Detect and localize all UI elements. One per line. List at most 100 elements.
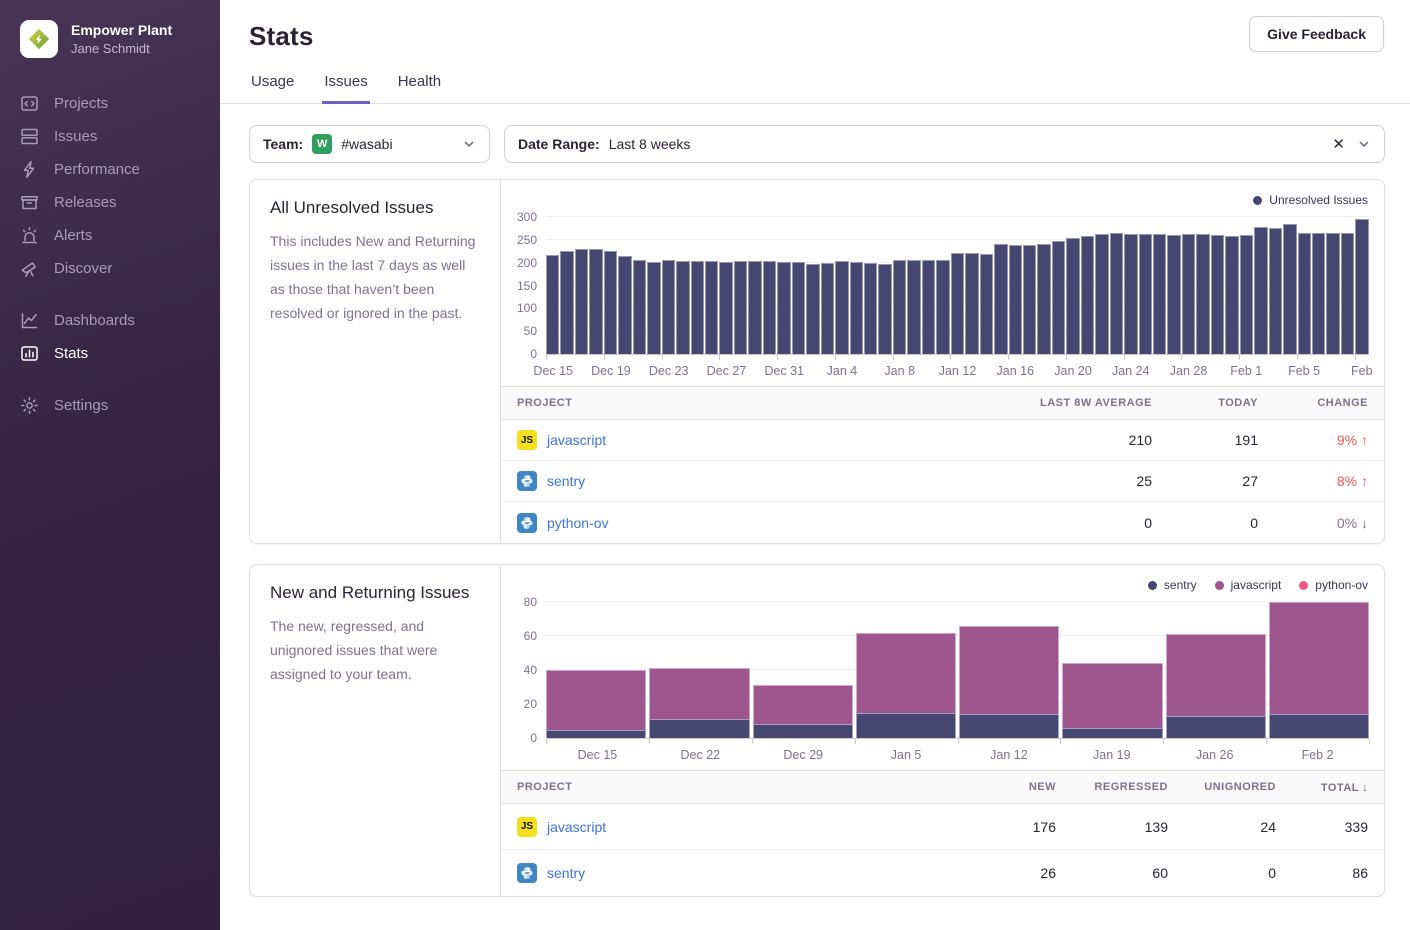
bar[interactable] bbox=[1355, 219, 1368, 354]
stacked-bar[interactable] bbox=[1166, 634, 1266, 738]
bar[interactable] bbox=[922, 260, 935, 355]
legend-item[interactable]: sentry bbox=[1148, 578, 1197, 592]
stacked-bar[interactable] bbox=[649, 668, 749, 738]
axis-tick bbox=[1266, 739, 1267, 744]
bar[interactable] bbox=[1211, 235, 1224, 354]
project-link[interactable]: sentry bbox=[547, 865, 585, 881]
project-link[interactable]: javascript bbox=[547, 819, 606, 835]
sidebar-item-releases[interactable]: Releases bbox=[0, 186, 220, 219]
stacked-bar[interactable] bbox=[959, 626, 1059, 738]
sidebar-item-alerts[interactable]: Alerts bbox=[0, 219, 220, 252]
bar[interactable] bbox=[1254, 227, 1267, 354]
bar[interactable] bbox=[560, 251, 573, 354]
give-feedback-button[interactable]: Give Feedback bbox=[1249, 16, 1384, 52]
bar[interactable] bbox=[1081, 236, 1094, 354]
bar[interactable] bbox=[575, 249, 588, 354]
bar[interactable] bbox=[1225, 236, 1238, 354]
bar[interactable] bbox=[1023, 245, 1036, 354]
bar[interactable] bbox=[1124, 234, 1137, 354]
bar[interactable] bbox=[980, 254, 993, 354]
bar[interactable] bbox=[1269, 228, 1282, 354]
bar[interactable] bbox=[806, 264, 819, 354]
date-range-selector[interactable]: Date Range: Last 8 weeks ✕ bbox=[504, 125, 1385, 163]
bar[interactable] bbox=[1110, 233, 1123, 354]
column-header-regressed[interactable]: Regressed bbox=[1056, 781, 1168, 793]
bar[interactable] bbox=[1182, 234, 1195, 354]
team-selector[interactable]: Team: W #wasabi bbox=[249, 125, 490, 163]
project-link[interactable]: sentry bbox=[547, 473, 585, 489]
bar[interactable] bbox=[1167, 235, 1180, 354]
tab-usage[interactable]: Usage bbox=[249, 65, 296, 103]
sidebar-item-discover[interactable]: Discover bbox=[0, 252, 220, 285]
bar[interactable] bbox=[1341, 233, 1354, 354]
bar[interactable] bbox=[705, 261, 718, 354]
sidebar-item-stats[interactable]: Stats bbox=[0, 337, 220, 370]
panel1-description: This includes New and Returning issues i… bbox=[270, 229, 480, 325]
bar[interactable] bbox=[1326, 233, 1339, 355]
bar[interactable] bbox=[777, 262, 790, 354]
bar[interactable] bbox=[748, 261, 761, 354]
bar[interactable] bbox=[907, 260, 920, 354]
bar[interactable] bbox=[691, 261, 704, 354]
bar[interactable] bbox=[994, 244, 1007, 354]
bar[interactable] bbox=[734, 261, 747, 354]
stacked-bar[interactable] bbox=[1269, 602, 1369, 738]
stacked-bar[interactable] bbox=[856, 633, 956, 738]
bar[interactable] bbox=[676, 261, 689, 354]
stacked-bar[interactable] bbox=[753, 685, 853, 738]
project-link[interactable]: python-ov bbox=[547, 515, 608, 531]
sidebar-item-settings[interactable]: Settings bbox=[0, 389, 220, 422]
column-header-total[interactable]: Total↓ bbox=[1276, 780, 1368, 794]
alerts-icon bbox=[20, 226, 39, 245]
bar[interactable] bbox=[618, 256, 631, 354]
bar[interactable] bbox=[1095, 234, 1108, 354]
bar[interactable] bbox=[965, 253, 978, 354]
project-link[interactable]: javascript bbox=[547, 432, 606, 448]
column-header-new[interactable]: New bbox=[926, 781, 1056, 793]
bar[interactable] bbox=[864, 263, 877, 354]
bar[interactable] bbox=[1196, 234, 1209, 354]
sidebar-item-dashboards[interactable]: Dashboards bbox=[0, 304, 220, 337]
bar-segment-sentry bbox=[959, 714, 1059, 738]
legend-item[interactable]: Unresolved Issues bbox=[1253, 193, 1368, 207]
stacked-bar[interactable] bbox=[1062, 663, 1162, 738]
table-row: JSjavascript2101919% ↑ bbox=[501, 420, 1384, 461]
bar[interactable] bbox=[792, 262, 805, 354]
bar[interactable] bbox=[604, 251, 617, 354]
bar[interactable] bbox=[1153, 234, 1166, 354]
bar[interactable] bbox=[763, 261, 776, 354]
bar[interactable] bbox=[951, 253, 964, 354]
tab-health[interactable]: Health bbox=[396, 65, 443, 103]
bar[interactable] bbox=[893, 260, 906, 354]
sidebar-item-performance[interactable]: Performance bbox=[0, 153, 220, 186]
bar[interactable] bbox=[1240, 235, 1253, 354]
sidebar-item-issues[interactable]: Issues bbox=[0, 120, 220, 153]
clear-icon[interactable]: ✕ bbox=[1329, 135, 1348, 153]
bar[interactable] bbox=[1037, 244, 1050, 355]
org-switcher[interactable]: Empower Plant Jane Schmidt bbox=[0, 0, 220, 58]
bar[interactable] bbox=[1009, 245, 1022, 354]
tab-issues[interactable]: Issues bbox=[322, 65, 369, 104]
bar[interactable] bbox=[1283, 224, 1296, 354]
bar[interactable] bbox=[850, 262, 863, 354]
sidebar-item-projects[interactable]: Projects bbox=[0, 87, 220, 120]
bar[interactable] bbox=[1139, 234, 1152, 354]
stacked-bar[interactable] bbox=[546, 670, 646, 738]
bar[interactable] bbox=[589, 249, 602, 354]
bar[interactable] bbox=[1052, 241, 1065, 354]
bar[interactable] bbox=[1066, 238, 1079, 354]
bar[interactable] bbox=[936, 260, 949, 354]
legend-item[interactable]: javascript bbox=[1215, 578, 1282, 592]
bar[interactable] bbox=[633, 260, 646, 354]
bar[interactable] bbox=[647, 262, 660, 354]
column-header-unignored[interactable]: Unignored bbox=[1168, 781, 1276, 793]
bar[interactable] bbox=[662, 260, 675, 354]
bar[interactable] bbox=[878, 264, 891, 354]
legend-item[interactable]: python-ov bbox=[1299, 578, 1368, 592]
bar[interactable] bbox=[1298, 233, 1311, 355]
bar[interactable] bbox=[1312, 233, 1325, 355]
bar[interactable] bbox=[835, 261, 848, 354]
bar[interactable] bbox=[546, 255, 559, 354]
bar[interactable] bbox=[821, 263, 834, 354]
bar[interactable] bbox=[719, 262, 732, 354]
